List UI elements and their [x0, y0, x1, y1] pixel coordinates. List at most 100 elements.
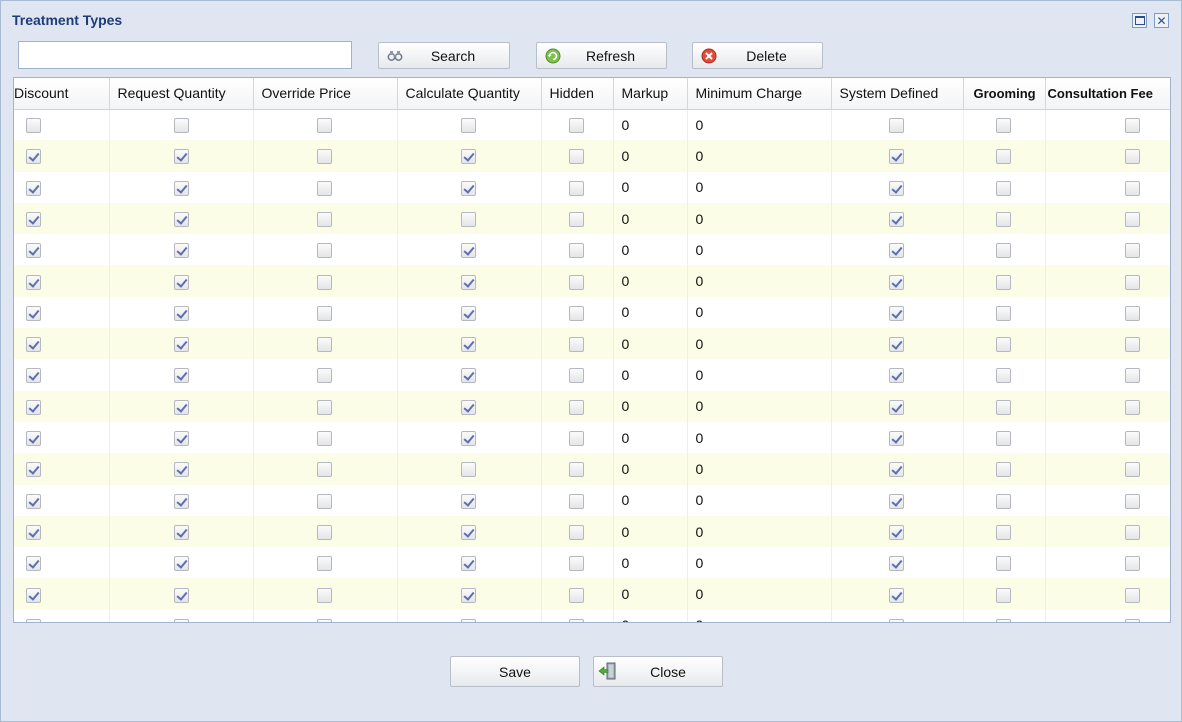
- table-row[interactable]: 00: [14, 390, 1170, 422]
- calculate-quantity-checkbox[interactable]: [460, 243, 476, 259]
- consultation-fee-checkbox[interactable]: [1124, 368, 1140, 384]
- calculate-quantity-checkbox[interactable]: [460, 462, 476, 478]
- override-price-checkbox[interactable]: [316, 211, 332, 227]
- column-header-markup[interactable]: Markup: [613, 78, 688, 110]
- grooming-checkbox[interactable]: [995, 462, 1011, 478]
- calculate-quantity-checkbox[interactable]: [460, 337, 476, 353]
- discount-checkbox[interactable]: [26, 431, 41, 447]
- system-defined-checkbox[interactable]: [888, 337, 904, 353]
- minimum-charge-cell[interactable]: 0: [687, 296, 832, 329]
- request-quantity-checkbox[interactable]: [173, 118, 189, 134]
- table-row[interactable]: 00: [14, 515, 1170, 548]
- grooming-checkbox[interactable]: [995, 493, 1011, 509]
- markup-cell[interactable]: 0: [613, 234, 688, 266]
- hidden-checkbox[interactable]: [568, 462, 584, 478]
- discount-checkbox[interactable]: [26, 274, 41, 290]
- grooming-checkbox[interactable]: [995, 305, 1011, 321]
- markup-cell[interactable]: 0: [613, 140, 688, 172]
- override-price-checkbox[interactable]: [316, 399, 332, 415]
- search-button[interactable]: Search: [378, 42, 510, 69]
- consultation-fee-checkbox[interactable]: [1124, 556, 1140, 572]
- discount-checkbox[interactable]: [26, 368, 41, 384]
- request-quantity-checkbox[interactable]: [173, 462, 189, 478]
- calculate-quantity-checkbox[interactable]: [460, 211, 476, 227]
- calculate-quantity-checkbox[interactable]: [460, 274, 476, 290]
- column-header-consultation-fee[interactable]: Consultation Fee: [1045, 78, 1170, 110]
- grooming-checkbox[interactable]: [995, 337, 1011, 353]
- consultation-fee-checkbox[interactable]: [1124, 462, 1140, 478]
- grooming-checkbox[interactable]: [995, 243, 1011, 259]
- consultation-fee-checkbox[interactable]: [1124, 431, 1140, 447]
- consultation-fee-checkbox[interactable]: [1124, 618, 1140, 622]
- markup-cell[interactable]: 0: [613, 484, 688, 516]
- system-defined-checkbox[interactable]: [888, 149, 904, 165]
- column-header-calculate-quantity[interactable]: Calculate Quantity: [397, 78, 542, 110]
- minimum-charge-cell[interactable]: 0: [687, 547, 832, 579]
- markup-cell[interactable]: 0: [613, 578, 688, 610]
- discount-checkbox[interactable]: [26, 211, 41, 227]
- markup-cell[interactable]: 0: [613, 609, 688, 622]
- override-price-checkbox[interactable]: [316, 493, 332, 509]
- calculate-quantity-checkbox[interactable]: [460, 180, 476, 196]
- discount-checkbox[interactable]: [26, 149, 41, 165]
- consultation-fee-checkbox[interactable]: [1124, 524, 1140, 540]
- override-price-checkbox[interactable]: [316, 587, 332, 603]
- request-quantity-checkbox[interactable]: [173, 180, 189, 196]
- calculate-quantity-checkbox[interactable]: [460, 618, 476, 622]
- hidden-checkbox[interactable]: [568, 305, 584, 321]
- minimum-charge-cell[interactable]: 0: [687, 328, 832, 360]
- table-row[interactable]: 00: [14, 359, 1170, 391]
- table-row[interactable]: 00: [14, 202, 1170, 235]
- system-defined-checkbox[interactable]: [888, 556, 904, 572]
- override-price-checkbox[interactable]: [316, 305, 332, 321]
- markup-cell[interactable]: 0: [613, 265, 688, 297]
- table-row[interactable]: 00: [14, 609, 1170, 622]
- calculate-quantity-checkbox[interactable]: [460, 431, 476, 447]
- search-input[interactable]: [18, 41, 352, 69]
- markup-cell[interactable]: 0: [613, 547, 688, 579]
- discount-checkbox[interactable]: [26, 305, 41, 321]
- calculate-quantity-checkbox[interactable]: [460, 587, 476, 603]
- discount-checkbox[interactable]: [26, 399, 41, 415]
- minimum-charge-cell[interactable]: 0: [687, 171, 832, 203]
- override-price-checkbox[interactable]: [316, 243, 332, 259]
- consultation-fee-checkbox[interactable]: [1124, 243, 1140, 259]
- column-header-hidden[interactable]: Hidden: [541, 78, 614, 110]
- minimum-charge-cell[interactable]: 0: [687, 578, 832, 610]
- markup-cell[interactable]: 0: [613, 390, 688, 422]
- request-quantity-checkbox[interactable]: [173, 587, 189, 603]
- system-defined-checkbox[interactable]: [888, 618, 904, 622]
- calculate-quantity-checkbox[interactable]: [460, 305, 476, 321]
- table-row[interactable]: 00: [14, 265, 1170, 297]
- minimum-charge-cell[interactable]: 0: [687, 453, 832, 485]
- hidden-checkbox[interactable]: [568, 368, 584, 384]
- request-quantity-checkbox[interactable]: [173, 337, 189, 353]
- markup-cell[interactable]: 0: [613, 453, 688, 485]
- consultation-fee-checkbox[interactable]: [1124, 493, 1140, 509]
- discount-checkbox[interactable]: [26, 337, 41, 353]
- grooming-checkbox[interactable]: [995, 211, 1011, 227]
- override-price-checkbox[interactable]: [316, 337, 332, 353]
- hidden-checkbox[interactable]: [568, 118, 584, 134]
- grooming-checkbox[interactable]: [995, 368, 1011, 384]
- table-row[interactable]: 00: [14, 547, 1170, 579]
- request-quantity-checkbox[interactable]: [173, 399, 189, 415]
- grooming-checkbox[interactable]: [995, 587, 1011, 603]
- system-defined-checkbox[interactable]: [888, 462, 904, 478]
- grooming-checkbox[interactable]: [995, 274, 1011, 290]
- markup-cell[interactable]: 0: [613, 171, 688, 203]
- minimum-charge-cell[interactable]: 0: [687, 609, 832, 622]
- system-defined-checkbox[interactable]: [888, 305, 904, 321]
- request-quantity-checkbox[interactable]: [173, 274, 189, 290]
- markup-cell[interactable]: 0: [613, 328, 688, 360]
- minimum-charge-cell[interactable]: 0: [687, 265, 832, 297]
- override-price-checkbox[interactable]: [316, 368, 332, 384]
- minimum-charge-cell[interactable]: 0: [687, 109, 832, 141]
- delete-button[interactable]: Delete: [692, 42, 823, 69]
- request-quantity-checkbox[interactable]: [173, 149, 189, 165]
- consultation-fee-checkbox[interactable]: [1124, 305, 1140, 321]
- discount-checkbox[interactable]: [26, 462, 41, 478]
- system-defined-checkbox[interactable]: [888, 493, 904, 509]
- close-icon[interactable]: ✕: [1154, 13, 1169, 28]
- column-header-override-price[interactable]: Override Price: [253, 78, 398, 110]
